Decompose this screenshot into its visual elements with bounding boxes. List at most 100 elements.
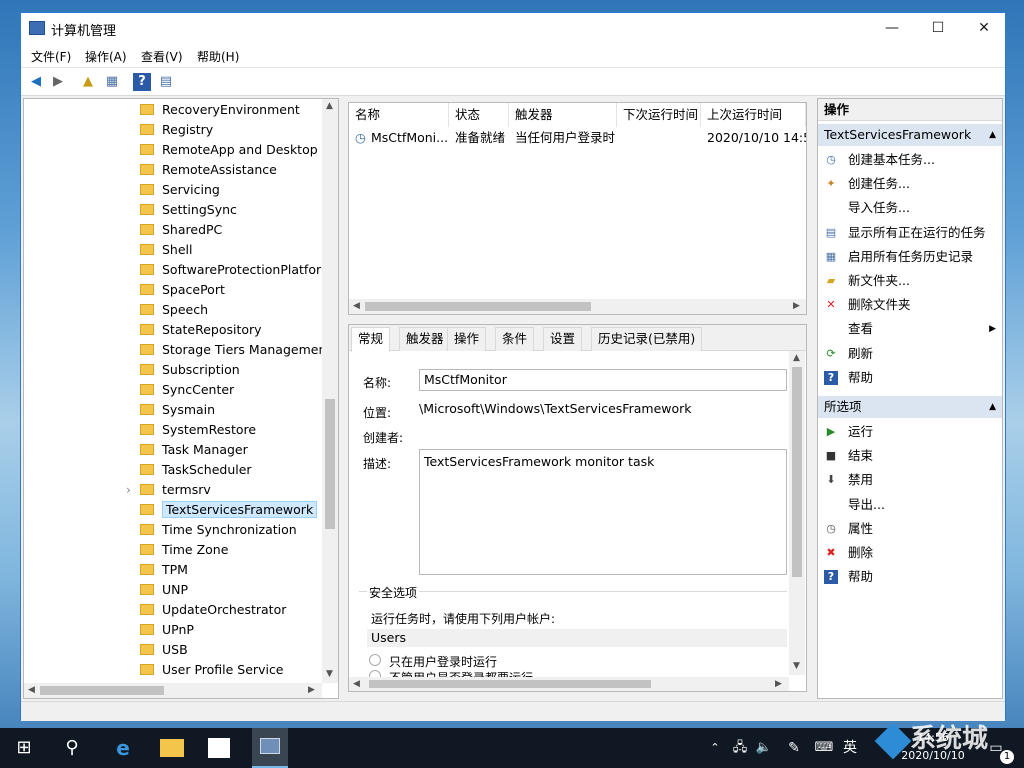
action-item[interactable]: ⬇ 禁用 bbox=[818, 469, 1002, 491]
help-icon[interactable]: ? bbox=[133, 73, 151, 91]
menu-file[interactable]: 文件(F) bbox=[31, 48, 71, 65]
details-vertical-scrollbar[interactable]: ▲ ▼ bbox=[789, 351, 805, 675]
column-name[interactable]: 名称 bbox=[349, 103, 449, 127]
menu-view[interactable]: 查看(V) bbox=[141, 48, 183, 65]
collapse-arrow-icon[interactable]: ▲ bbox=[989, 124, 996, 146]
search-icon[interactable]: ⚲ bbox=[58, 736, 86, 760]
tree-item[interactable]: RecoveryEnvironment bbox=[140, 100, 300, 120]
scroll-left-arrow-icon[interactable]: ◀ bbox=[28, 685, 35, 695]
tree-item[interactable]: › termsrv bbox=[126, 480, 211, 500]
tree-item[interactable]: TPM bbox=[140, 560, 188, 580]
tree-item[interactable]: SoftwareProtectionPlatform bbox=[140, 260, 333, 280]
tree-item[interactable]: Task Manager bbox=[140, 440, 248, 460]
column-next-run[interactable]: 下次运行时间 bbox=[617, 103, 701, 127]
tree-vertical-scrollbar[interactable]: ▲ ▼ bbox=[322, 99, 338, 683]
back-arrow-icon[interactable]: ◀ bbox=[27, 73, 45, 91]
tree-hscroll-thumb[interactable] bbox=[40, 686, 164, 695]
forward-arrow-icon[interactable]: ▶ bbox=[49, 73, 67, 91]
action-item[interactable]: ▶ 运行 bbox=[818, 421, 1002, 443]
scroll-left-arrow-icon[interactable]: ◀ bbox=[353, 679, 360, 689]
menu-help[interactable]: 帮助(H) bbox=[197, 48, 239, 65]
action-item[interactable]: ⟳ 刷新 bbox=[818, 343, 1002, 365]
action-item[interactable]: 查看 ▶ bbox=[818, 318, 1002, 340]
input-language-indicator[interactable]: 英 bbox=[840, 736, 860, 760]
action-item[interactable]: ? 帮助 bbox=[818, 566, 1002, 588]
option-logged-on-radio[interactable] bbox=[369, 654, 381, 666]
volume-icon[interactable]: 🔈 bbox=[754, 736, 774, 760]
details-horizontal-scrollbar[interactable]: ◀ ▶ bbox=[349, 677, 789, 691]
store-icon[interactable] bbox=[208, 738, 230, 758]
tab-general[interactable]: 常规 bbox=[351, 327, 391, 352]
action-item[interactable]: ■ 结束 bbox=[818, 445, 1002, 467]
tree-item[interactable]: SyncCenter bbox=[140, 380, 234, 400]
scroll-right-arrow-icon[interactable]: ▶ bbox=[793, 301, 800, 311]
task-list-hscrollbar[interactable]: ◀ ▶ bbox=[349, 299, 806, 314]
tree-item[interactable]: Speech bbox=[140, 300, 208, 320]
tree-horizontal-scrollbar[interactable]: ◀ ▶ bbox=[24, 683, 322, 698]
tree-item[interactable]: StateRepository bbox=[140, 320, 262, 340]
actions-section-selected[interactable]: 所选项 ▲ bbox=[818, 396, 1002, 418]
tree-item[interactable]: Shell bbox=[140, 240, 193, 260]
action-item[interactable]: ▰ 新文件夹... bbox=[818, 270, 1002, 292]
tab-history[interactable]: 历史记录(已禁用) bbox=[591, 327, 703, 351]
tab-settings[interactable]: 设置 bbox=[543, 327, 583, 351]
minimize-button[interactable]: — bbox=[869, 13, 915, 44]
tree-item[interactable]: TextServicesFramework bbox=[140, 500, 318, 520]
expand-arrow-icon[interactable]: › bbox=[126, 480, 131, 500]
action-item[interactable]: ✖ 删除 bbox=[818, 542, 1002, 564]
edge-browser-icon[interactable]: e bbox=[110, 736, 136, 760]
tree-item[interactable]: Sysmain bbox=[140, 400, 215, 420]
scroll-up-arrow-icon[interactable]: ▲ bbox=[793, 353, 800, 363]
column-status[interactable]: 状态 bbox=[449, 103, 509, 127]
action-item[interactable]: ? 帮助 bbox=[818, 367, 1002, 389]
tree-item[interactable]: UpdateOrchestrator bbox=[140, 600, 286, 620]
tree-item[interactable]: TaskScheduler bbox=[140, 460, 252, 480]
close-button[interactable]: ✕ bbox=[961, 13, 1007, 44]
action-item[interactable]: 导出... bbox=[818, 494, 1002, 516]
tree-item[interactable]: Time Zone bbox=[140, 540, 228, 560]
up-folder-icon[interactable]: ▲ bbox=[79, 73, 97, 91]
tree-item[interactable]: SystemRestore bbox=[140, 420, 256, 440]
file-explorer-icon[interactable] bbox=[160, 739, 184, 757]
tree-item[interactable]: User Profile Service bbox=[140, 660, 284, 680]
tree-item[interactable]: UPnP bbox=[140, 620, 194, 640]
tab-actions[interactable]: 操作 bbox=[447, 327, 487, 351]
tree-item[interactable]: SettingSync bbox=[140, 200, 237, 220]
tab-triggers[interactable]: 触发器 bbox=[399, 327, 451, 351]
pen-icon[interactable]: ✎ bbox=[784, 736, 804, 760]
tree-item[interactable]: RemoteApp and Desktop C bbox=[140, 140, 330, 160]
scroll-right-arrow-icon[interactable]: ▶ bbox=[308, 685, 315, 695]
tree-item[interactable]: USB bbox=[140, 640, 188, 660]
tree-item[interactable]: Servicing bbox=[140, 180, 220, 200]
name-field[interactable]: MsCtfMonitor bbox=[419, 369, 787, 391]
column-last-run[interactable]: 上次运行时间 bbox=[701, 103, 806, 127]
scroll-left-arrow-icon[interactable]: ◀ bbox=[353, 301, 360, 311]
scroll-down-arrow-icon[interactable]: ▼ bbox=[326, 669, 333, 679]
scroll-up-arrow-icon[interactable]: ▲ bbox=[326, 101, 333, 111]
action-pane-icon[interactable]: ▤ bbox=[157, 73, 175, 91]
action-item[interactable]: ▦ 启用所有任务历史记录 bbox=[818, 246, 1002, 268]
action-item[interactable]: ◷ 创建基本任务... bbox=[818, 149, 1002, 171]
computer-management-task[interactable] bbox=[252, 728, 288, 768]
action-item[interactable]: 导入任务... bbox=[818, 197, 1002, 219]
details-scroll-thumb[interactable] bbox=[792, 367, 802, 577]
start-button[interactable]: ⊞ bbox=[10, 736, 38, 760]
tree-item[interactable]: SpacePort bbox=[140, 280, 225, 300]
tree-item[interactable]: Time Synchronization bbox=[140, 520, 297, 540]
title-bar[interactable]: 计算机管理 — ☐ ✕ bbox=[21, 13, 1005, 44]
tray-overflow-icon[interactable]: ⌃ bbox=[708, 736, 722, 760]
tree-item[interactable]: Registry bbox=[140, 120, 213, 140]
details-hscroll-thumb[interactable] bbox=[369, 680, 651, 688]
column-trigger[interactable]: 触发器 bbox=[509, 103, 617, 127]
actions-section-folder[interactable]: TextServicesFramework ▲ bbox=[818, 124, 1002, 146]
tree-item[interactable]: SharedPC bbox=[140, 220, 222, 240]
action-item[interactable]: ✕ 删除文件夹 bbox=[818, 294, 1002, 316]
maximize-button[interactable]: ☐ bbox=[915, 13, 961, 44]
action-item[interactable]: ▤ 显示所有正在运行的任务 bbox=[818, 222, 1002, 244]
scroll-right-arrow-icon[interactable]: ▶ bbox=[775, 679, 782, 689]
keyboard-icon[interactable]: ⌨ bbox=[812, 736, 836, 760]
collapse-arrow-icon[interactable]: ▲ bbox=[989, 396, 996, 418]
show-hide-tree-icon[interactable]: ▦ bbox=[103, 73, 121, 91]
tree-item[interactable]: Storage Tiers Management bbox=[140, 340, 331, 360]
tree-item[interactable]: Subscription bbox=[140, 360, 240, 380]
